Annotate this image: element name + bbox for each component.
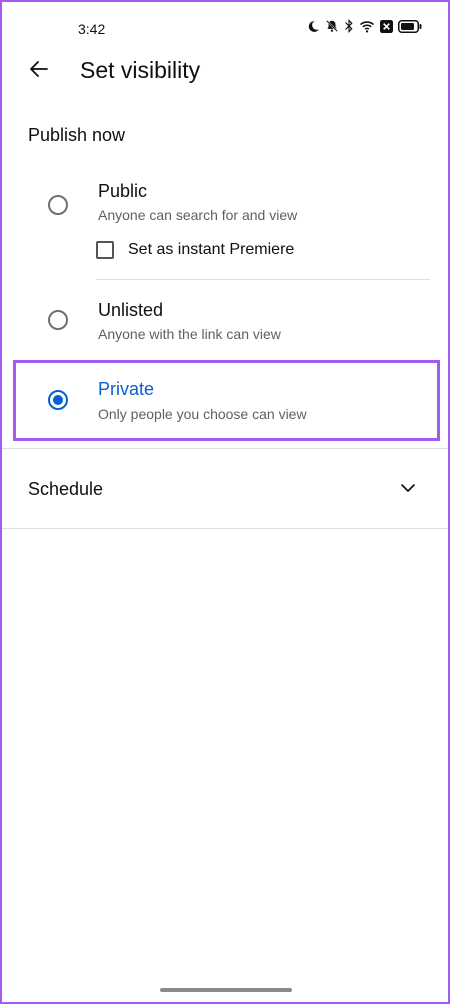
divider <box>96 279 430 280</box>
option-desc-unlisted: Anyone with the link can view <box>98 326 281 342</box>
option-desc-private: Only people you choose can view <box>98 406 307 422</box>
instant-premiere-checkbox[interactable] <box>96 241 114 259</box>
instant-premiere-label: Set as instant Premiere <box>128 241 295 258</box>
option-label-public: Public <box>98 181 148 201</box>
battery-icon <box>398 19 422 33</box>
schedule-row[interactable]: Schedule <box>2 462 448 518</box>
chevron-down-icon[interactable] <box>400 480 416 501</box>
schedule-label: Schedule <box>28 479 104 499</box>
page-title: Set visibility <box>80 57 201 83</box>
arrow-left-icon <box>27 57 51 86</box>
section-label-publish-now: Publish now <box>28 125 126 145</box>
option-label-unlisted: Unlisted <box>98 300 164 320</box>
wifi-icon <box>359 20 375 33</box>
back-button[interactable] <box>24 56 54 86</box>
bluetooth-icon <box>344 19 354 33</box>
app-bar: Set visibility <box>2 52 448 92</box>
close-box-icon <box>380 19 393 33</box>
status-icons <box>307 19 422 33</box>
visibility-option-public[interactable]: Public Anyone can search for and view <box>2 172 448 232</box>
mute-icon <box>325 19 339 33</box>
radio-public[interactable] <box>48 195 68 215</box>
option-desc-public: Anyone can search for and view <box>98 207 298 223</box>
divider <box>2 528 448 529</box>
home-indicator[interactable] <box>160 988 292 992</box>
status-bar: 3:42 <box>2 2 448 52</box>
instant-premiere-option[interactable]: Set as instant Premiere <box>96 237 294 263</box>
divider <box>2 448 448 449</box>
radio-unlisted[interactable] <box>48 310 68 330</box>
status-time: 3:42 <box>78 21 106 37</box>
moon-icon <box>307 20 320 33</box>
visibility-option-private[interactable]: Private Only people you choose can view <box>2 364 448 436</box>
radio-private[interactable] <box>48 390 68 410</box>
option-label-private: Private <box>98 379 155 399</box>
visibility-option-unlisted[interactable]: Unlisted Anyone with the link can view <box>2 292 448 352</box>
